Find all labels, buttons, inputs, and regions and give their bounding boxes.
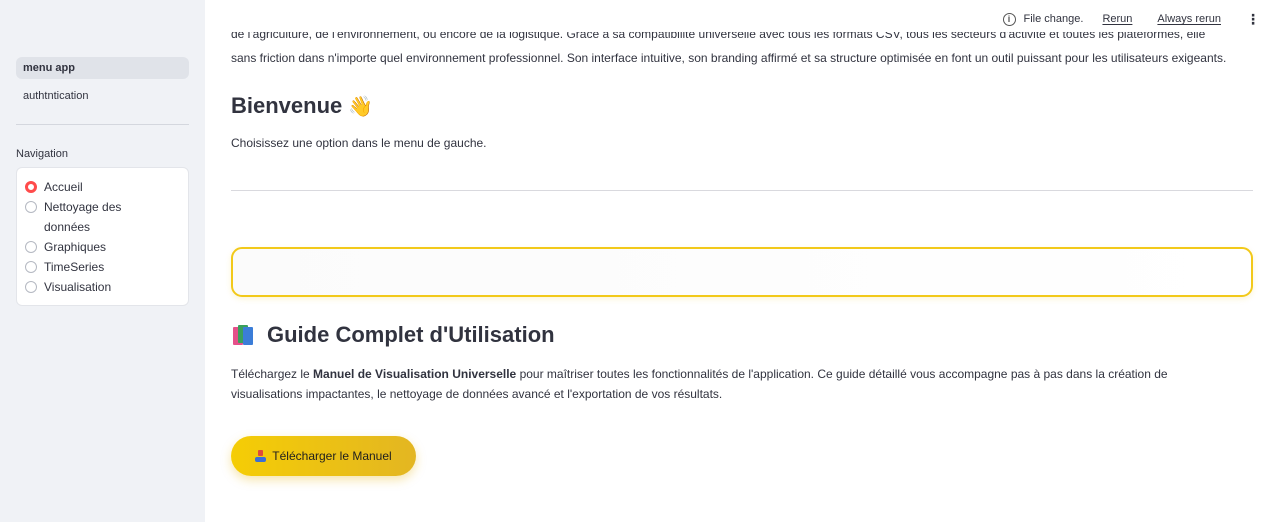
waving-hand-icon: 👋 <box>348 96 374 118</box>
always-rerun-button[interactable]: Always rerun <box>1157 13 1221 25</box>
radio-unchecked-icon <box>25 241 37 253</box>
kebab-vertical-icon[interactable]: ⋮ <box>1246 11 1260 28</box>
highlight-box <box>231 247 1253 297</box>
radio-option-accueil[interactable]: Accueil <box>25 177 180 197</box>
radio-unchecked-icon <box>25 281 37 293</box>
welcome-heading: Bienvenue 👋 <box>231 93 373 119</box>
file-change-status: i File change. <box>1002 12 1084 26</box>
download-button-label: Télécharger le Manuel <box>272 449 392 463</box>
download-icon <box>255 450 267 462</box>
radio-option-timeseries[interactable]: TimeSeries <box>25 257 180 277</box>
radio-option-label: Visualisation <box>44 280 112 294</box>
app-window: menu app authtntication Navigation Accue… <box>0 0 1272 522</box>
welcome-title: Bienvenue <box>231 93 343 118</box>
radio-option-label: Nettoyage des données <box>44 200 122 234</box>
rerun-button[interactable]: Rerun <box>1102 13 1132 25</box>
radio-option-nettoyage[interactable]: Nettoyage des données <box>25 197 180 237</box>
navigation-label: Navigation <box>16 148 68 160</box>
intro-paragraph: sans friction dans n'importe quel enviro… <box>231 51 1227 65</box>
sidebar-divider <box>16 124 189 125</box>
guide-heading: Guide Complet d'Utilisation <box>231 322 555 348</box>
guide-text-pre: Téléchargez le <box>231 367 314 381</box>
download-manual-button[interactable]: Télécharger le Manuel <box>231 436 416 476</box>
sidebar-page-nav: menu app authtntication <box>16 57 189 113</box>
choose-option-text: Choisissez une option dans le menu de ga… <box>231 136 487 150</box>
radio-option-visualisation[interactable]: Visualisation <box>25 277 180 297</box>
horizontal-divider <box>231 190 1253 191</box>
main-content: de l'agriculture, de l'environnement, ou… <box>231 0 1253 522</box>
sidebar-page-menu-app[interactable]: menu app <box>16 57 189 79</box>
guide-title: Guide Complet d'Utilisation <box>267 322 555 347</box>
radio-option-label: Accueil <box>44 180 83 194</box>
radio-option-label: Graphiques <box>44 240 107 254</box>
radio-option-graphiques[interactable]: Graphiques <box>25 237 180 257</box>
top-toolbar: i File change. Rerun Always rerun ⋮ <box>205 0 1272 38</box>
status-text: File change. <box>1023 13 1084 25</box>
navigation-radio-group: Accueil Nettoyage des données Graphiques… <box>16 167 189 306</box>
radio-option-label: TimeSeries <box>44 260 105 274</box>
sidebar-page-authentication[interactable]: authtntication <box>16 85 189 107</box>
guide-description: Téléchargez le Manuel de Visualisation U… <box>231 364 1241 404</box>
sidebar: menu app authtntication Navigation Accue… <box>0 0 205 522</box>
radio-checked-icon <box>25 181 37 193</box>
radio-unchecked-icon <box>25 201 37 213</box>
info-icon: i <box>1002 12 1016 26</box>
guide-text-bold: Manuel de Visualisation Universelle <box>313 367 517 381</box>
books-icon <box>231 324 255 346</box>
radio-unchecked-icon <box>25 261 37 273</box>
